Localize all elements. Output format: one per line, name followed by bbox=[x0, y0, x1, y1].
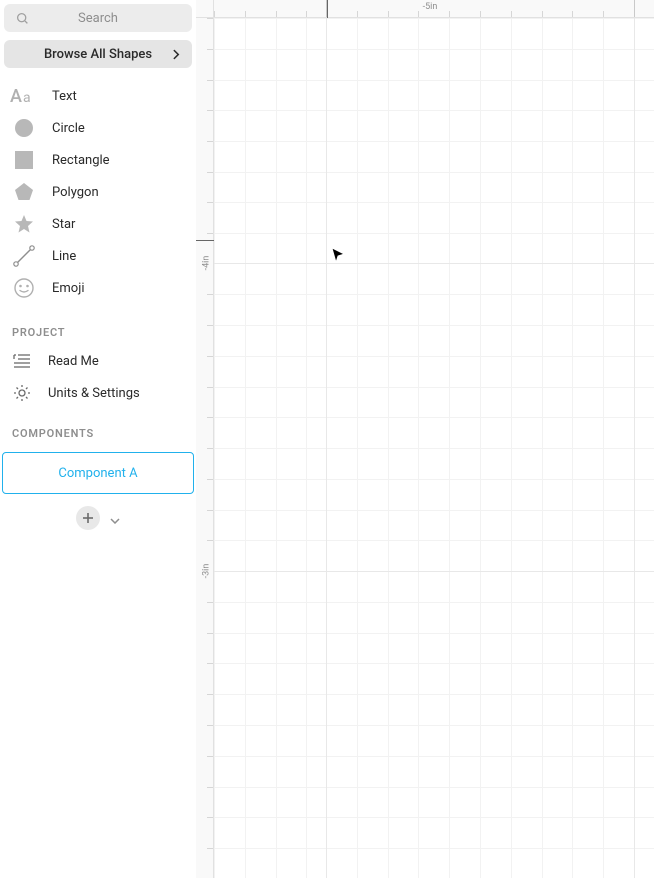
gear-icon bbox=[12, 384, 32, 402]
ruler-cursor-indicator-v bbox=[196, 240, 214, 241]
shape-label: Line bbox=[52, 249, 76, 264]
cursor-pointer-icon bbox=[331, 247, 347, 263]
project-item-readme[interactable]: Read Me bbox=[0, 345, 196, 377]
search-input[interactable]: Search bbox=[4, 4, 192, 32]
ruler-v-label: -4in bbox=[201, 256, 211, 271]
add-component-row bbox=[0, 498, 196, 538]
shape-item-text[interactable]: A a Text bbox=[0, 80, 196, 112]
browse-label: Browse All Shapes bbox=[44, 47, 152, 62]
ruler-v-label: -3in bbox=[201, 564, 211, 579]
project-item-units-settings[interactable]: Units & Settings bbox=[0, 377, 196, 409]
shape-label: Emoji bbox=[52, 281, 84, 296]
plus-icon bbox=[82, 512, 94, 524]
sidebar: Search Browse All Shapes A a Text bbox=[0, 0, 196, 878]
ruler-horizontal[interactable]: -5in bbox=[196, 0, 654, 18]
canvas-grid[interactable] bbox=[214, 18, 654, 878]
shapes-list: A a Text Circle Rectangle bbox=[0, 76, 196, 308]
browse-all-shapes-button[interactable]: Browse All Shapes bbox=[4, 40, 192, 68]
canvas[interactable]: -5in -4in -3in bbox=[196, 0, 654, 878]
shape-item-circle[interactable]: Circle bbox=[0, 112, 196, 144]
chevron-right-icon bbox=[173, 49, 180, 60]
rectangle-icon bbox=[10, 150, 38, 170]
shape-item-star[interactable]: Star bbox=[0, 208, 196, 240]
svg-text:A: A bbox=[10, 86, 22, 106]
text-icon: A a bbox=[10, 86, 38, 106]
add-dropdown-button[interactable] bbox=[110, 509, 120, 528]
ruler-h-label: -5in bbox=[423, 2, 438, 12]
shape-label: Circle bbox=[52, 121, 85, 136]
star-icon bbox=[10, 214, 38, 234]
ruler-cursor-indicator-h bbox=[327, 0, 328, 18]
shape-label: Rectangle bbox=[52, 153, 110, 168]
search-placeholder: Search bbox=[78, 11, 118, 26]
component-a[interactable]: Component A bbox=[2, 452, 194, 494]
polygon-icon bbox=[10, 182, 38, 202]
project-label: Units & Settings bbox=[48, 386, 140, 401]
svg-text:a: a bbox=[23, 90, 31, 106]
shape-item-line[interactable]: Line bbox=[0, 240, 196, 272]
project-label: Read Me bbox=[48, 354, 99, 369]
shape-item-polygon[interactable]: Polygon bbox=[0, 176, 196, 208]
section-header-components: COMPONENTS bbox=[0, 409, 196, 446]
component-label: Component A bbox=[58, 466, 137, 481]
chevron-down-icon bbox=[110, 518, 120, 524]
line-icon bbox=[10, 245, 38, 267]
ruler-corner bbox=[196, 0, 214, 18]
circle-icon bbox=[10, 118, 38, 138]
ruler-vertical[interactable]: -4in -3in bbox=[196, 0, 214, 878]
add-component-button[interactable] bbox=[76, 506, 100, 530]
shape-item-rectangle[interactable]: Rectangle bbox=[0, 144, 196, 176]
search-icon bbox=[16, 12, 29, 25]
emoji-icon bbox=[10, 277, 38, 299]
shape-label: Text bbox=[52, 89, 77, 104]
shape-item-emoji[interactable]: Emoji bbox=[0, 272, 196, 304]
readme-icon bbox=[12, 353, 32, 369]
shape-label: Star bbox=[52, 217, 75, 232]
search-wrap: Search bbox=[0, 0, 196, 36]
section-header-project: PROJECT bbox=[0, 308, 196, 345]
shape-label: Polygon bbox=[52, 185, 99, 200]
